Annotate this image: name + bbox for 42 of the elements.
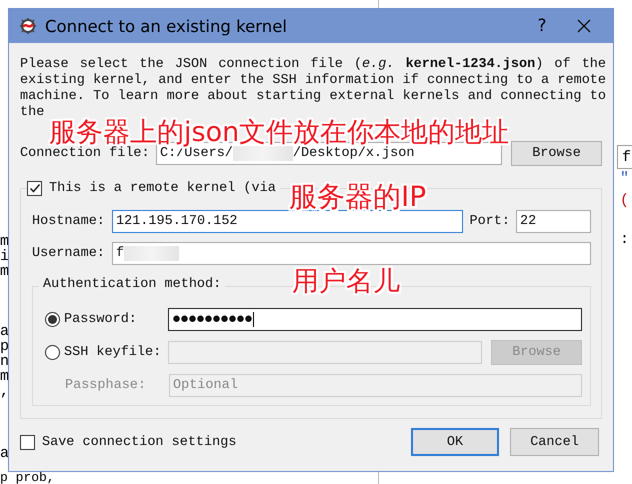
field-label: Hostname: <box>32 214 106 228</box>
code-text: p <box>0 339 10 355</box>
close-icon[interactable] <box>577 19 591 33</box>
window-title: Connect to an existing kernel <box>45 16 288 36</box>
annotation-text: 用户名儿 <box>292 268 400 295</box>
radio-button[interactable] <box>45 312 60 326</box>
annotation-text: 服务器的IP <box>289 183 426 211</box>
field-label: Username: <box>32 246 106 260</box>
checkbox-label: Save connection settings <box>42 434 236 450</box>
username-field[interactable]: f <box>112 242 591 264</box>
code-text: m <box>0 234 10 250</box>
browse-button[interactable]: Browse <box>511 140 602 166</box>
code-text: a <box>0 446 10 462</box>
code-text: f <box>622 150 632 166</box>
option-label: Password: <box>64 312 138 326</box>
port-field[interactable]: 22 <box>516 210 591 232</box>
dialog-button[interactable]: Cancel <box>510 428 599 456</box>
code-text: " <box>620 171 630 187</box>
code-text: n <box>0 354 10 370</box>
code-text: i <box>0 249 10 265</box>
checkbox[interactable] <box>20 434 35 450</box>
field-label: Connection file: <box>20 146 151 160</box>
code-text: ( <box>620 193 630 209</box>
field-value: /Desktop/x.json <box>292 146 414 160</box>
checkbox-label: This is a remote kernel (via <box>49 180 276 196</box>
code-text: p prob, <box>0 472 55 484</box>
code-text: m <box>0 369 10 385</box>
code-text: m <box>0 264 10 280</box>
app-logo-icon <box>19 17 37 35</box>
password-field[interactable]: ●●●●●●●●●● <box>168 308 582 330</box>
field-value: C:/Users/ <box>160 146 233 160</box>
dialog-button[interactable]: OK <box>411 428 499 456</box>
intro-paragraph: Please select the JSON connection file (e.g. kernel-1234.json) of the existing kernel, and enter the SSH information if connecting to a remote machine. To learn more about starting external kernels and connecting to the <box>20 57 606 120</box>
hostname-field[interactable]: 121.195.170.152 <box>112 210 464 232</box>
code-text: a <box>0 324 10 340</box>
help-button[interactable]: ? <box>527 16 557 36</box>
code-text: , <box>0 384 10 400</box>
field-label: Port: <box>469 214 510 228</box>
checkbox[interactable] <box>27 180 42 196</box>
option-label: Passphase: <box>65 378 148 392</box>
code-text: : <box>620 232 630 248</box>
option-label: SSH keyfile: <box>64 344 162 360</box>
